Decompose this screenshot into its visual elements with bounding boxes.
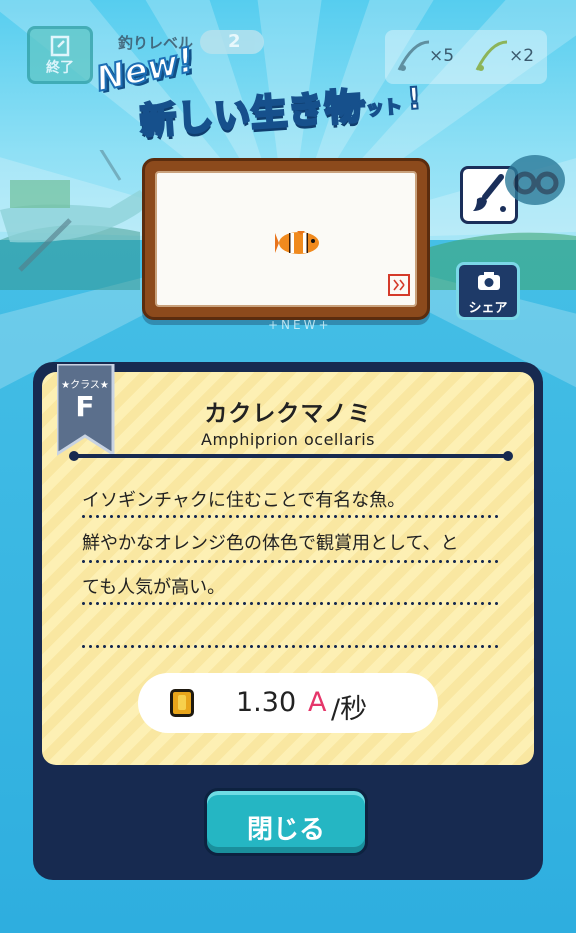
rate-unit: A — [308, 687, 327, 718]
golden-rod-count: ×2 — [509, 46, 535, 66]
dotted-rule — [80, 560, 498, 563]
class-label: ★クラス★ — [61, 380, 109, 391]
share-label: シェア — [468, 301, 508, 316]
fish-scientific-name: Amphiprion ocellaris — [201, 430, 375, 449]
exit-label: 終了 — [46, 60, 74, 76]
dotted-rule — [80, 515, 498, 518]
description-line: ても人気が高い。 — [82, 577, 226, 598]
golden-rod-icon — [475, 40, 508, 71]
income-rate: 1.30 A /秒 — [138, 673, 438, 733]
dotted-rule — [80, 645, 498, 648]
clownfish-icon — [275, 231, 319, 254]
class-value: F — [75, 390, 95, 423]
new-tag: +NEW+ — [268, 318, 332, 332]
camera-icon — [478, 272, 500, 290]
fishing-level-bar: 2 — [200, 30, 264, 54]
exit-icon — [50, 35, 70, 57]
fishing-rod-icon — [397, 40, 430, 71]
rod-count: ×5 — [429, 46, 455, 66]
coin-icon — [170, 689, 194, 717]
red-seal-stamp — [388, 274, 410, 296]
close-button[interactable]: 閉じる — [204, 788, 368, 856]
name-divider — [69, 451, 513, 461]
catch-frame — [142, 158, 430, 320]
description-line: イソギンチャクに住むことで有名な魚。 — [82, 490, 406, 511]
rate-value: 1.30 — [236, 687, 297, 718]
binoculars-button[interactable] — [505, 155, 565, 205]
exit-button[interactable]: 終了 — [27, 26, 93, 84]
binoculars-icon — [513, 171, 559, 195]
share-button[interactable]: シェア — [456, 262, 520, 320]
description-line: 鮮やかなオレンジ色の体色で観賞用として、と — [82, 533, 459, 554]
fishing-level-value: 2 — [228, 31, 241, 52]
banner-suffix: ゲット — [346, 96, 403, 123]
rate-per: /秒 — [331, 694, 368, 725]
close-label: 閉じる — [246, 815, 325, 845]
dotted-rule — [80, 602, 498, 605]
class-flag: ★クラス★ F — [57, 364, 119, 456]
fish-name: カクレクマノミ — [204, 401, 372, 427]
banner-exclaim: ! — [405, 80, 423, 118]
catch-canvas — [155, 171, 417, 307]
